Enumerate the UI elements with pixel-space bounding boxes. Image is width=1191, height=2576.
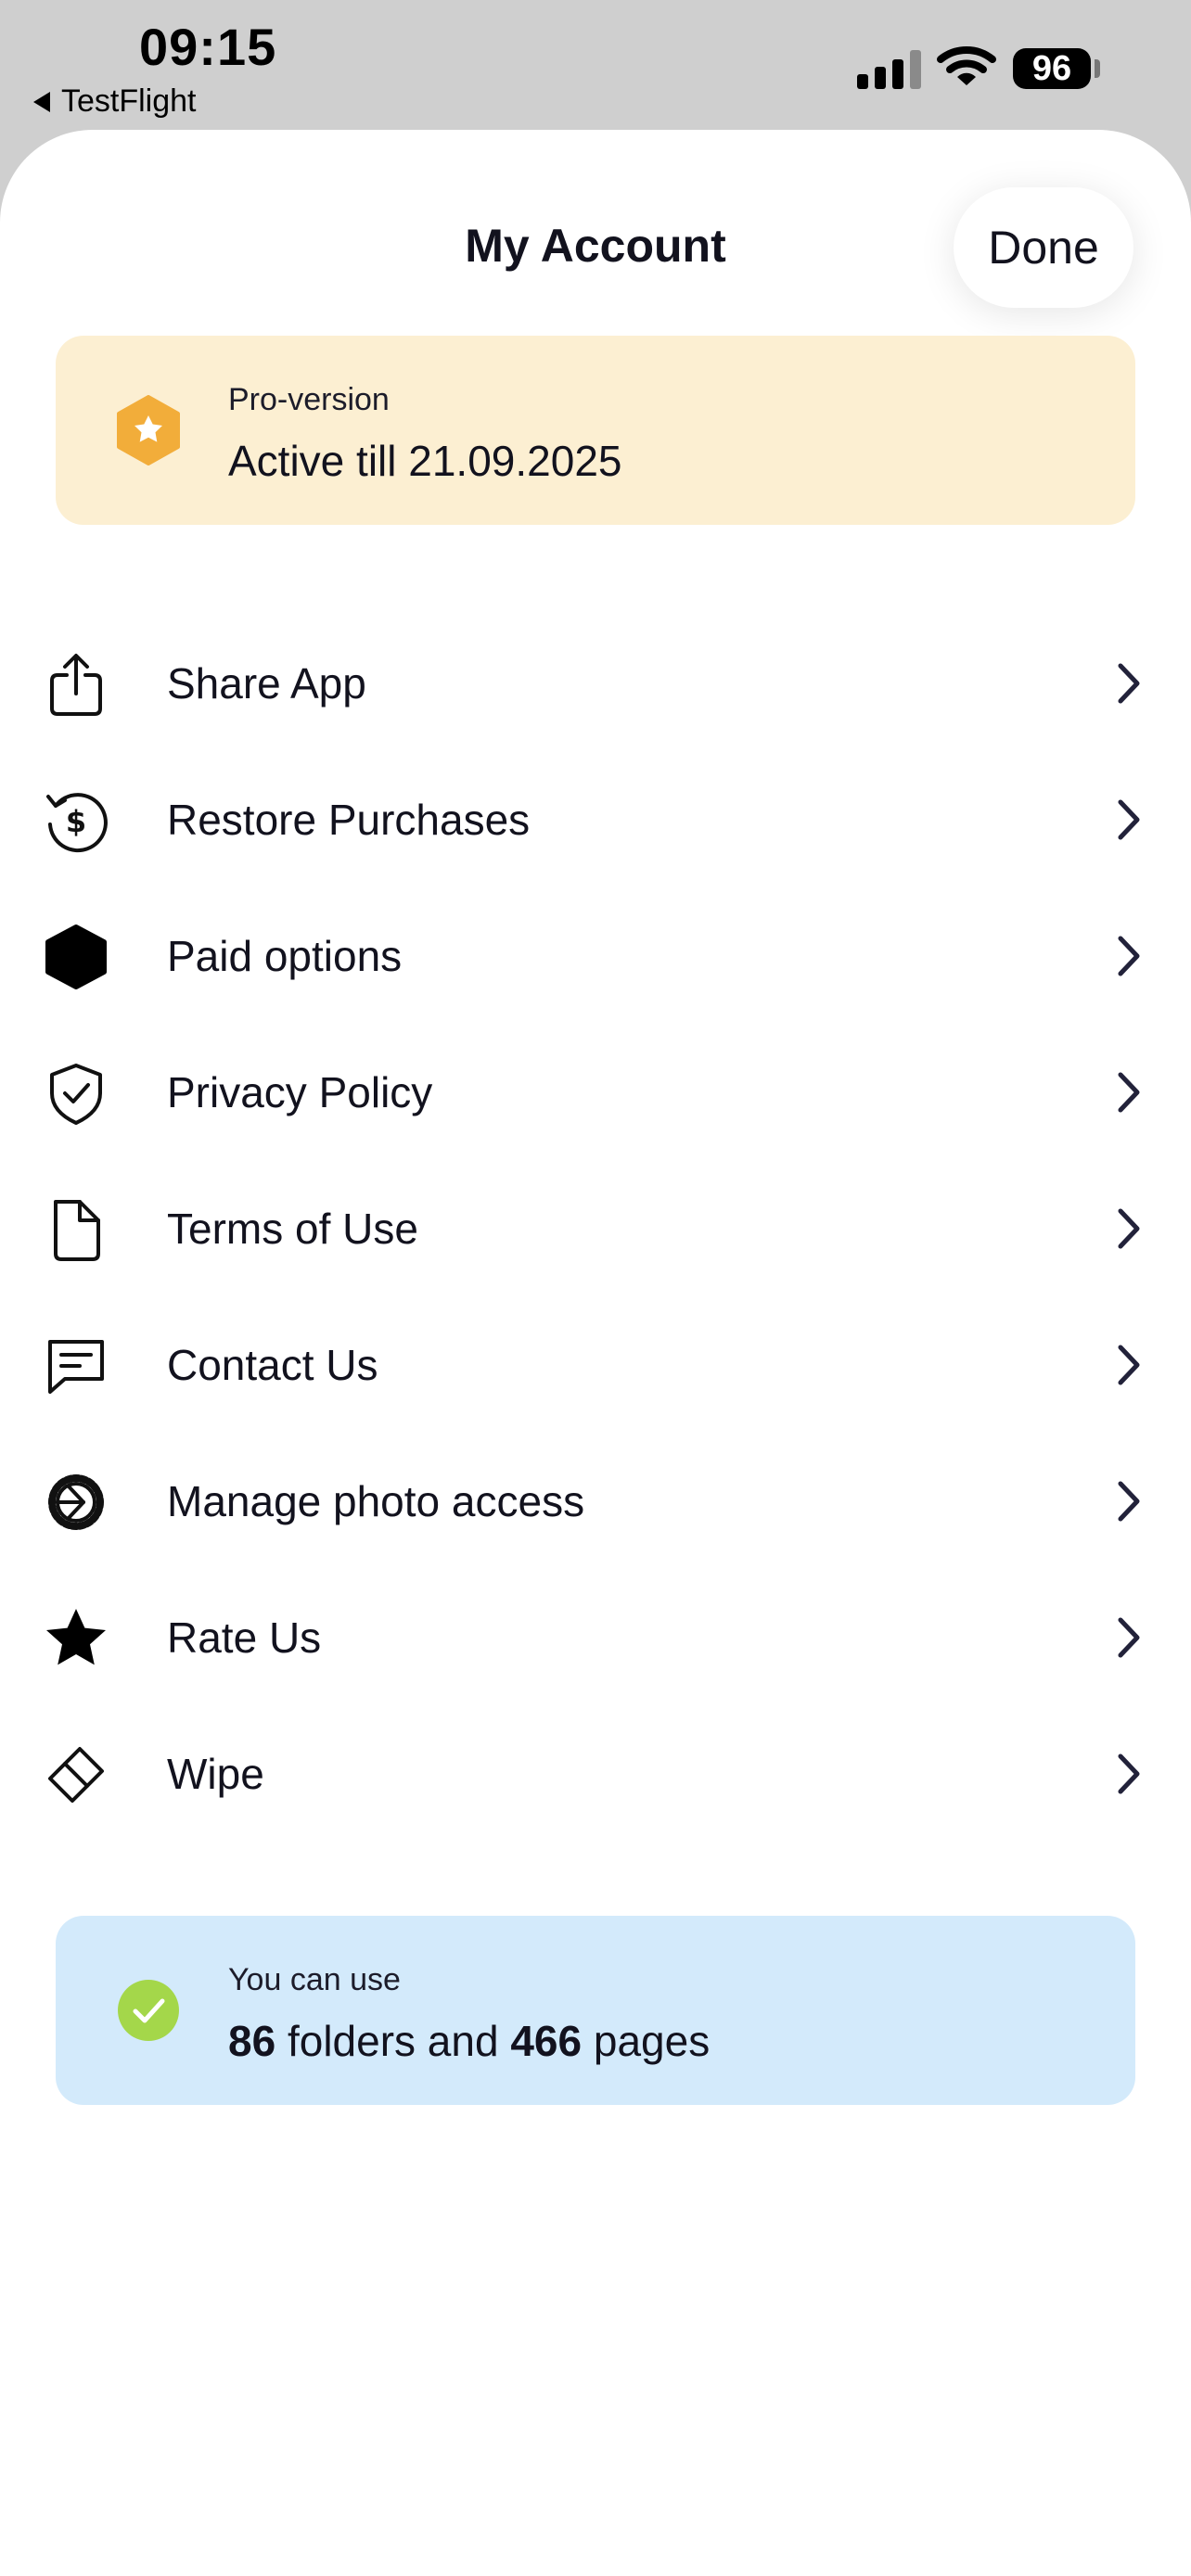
menu-item-contact-us[interactable]: Contact Us: [0, 1295, 1191, 1432]
eraser-icon: [48, 1747, 104, 1803]
folders-text: folders and: [275, 2017, 511, 2065]
chevron-right-icon: [1118, 936, 1140, 976]
pro-expiry: Active till 21.09.2025: [228, 437, 622, 485]
pages-count: 466: [510, 2017, 583, 2065]
menu-item-rate-us[interactable]: Rate Us: [0, 1568, 1191, 1704]
menu-item-label: Share App: [167, 659, 366, 708]
chevron-right-icon: [1118, 799, 1140, 840]
svg-text:$: $: [66, 804, 86, 839]
back-triangle-icon: [33, 91, 50, 112]
chevron-right-icon: [1118, 1481, 1140, 1522]
chevron-right-icon: [1118, 1617, 1140, 1658]
menu-item-label: Restore Purchases: [167, 796, 531, 844]
menu-item-restore-purchases[interactable]: $ Restore Purchases: [0, 750, 1191, 886]
menu-item-share-app[interactable]: Share App: [0, 614, 1191, 750]
back-to-app-link[interactable]: TestFlight: [33, 83, 197, 120]
menu-item-label: Manage photo access: [167, 1477, 585, 1525]
chevron-right-icon: [1118, 1753, 1140, 1794]
menu-item-terms-of-use[interactable]: Terms of Use: [0, 1159, 1191, 1295]
chevron-right-icon: [1118, 1208, 1140, 1249]
pro-version-card: Pro-version Active till 21.09.2025: [56, 336, 1135, 525]
status-time: 09:15: [139, 18, 277, 76]
star-icon: [46, 1609, 106, 1665]
menu-item-wipe[interactable]: Wipe: [0, 1704, 1191, 1841]
document-icon: [54, 1200, 100, 1261]
restore-dollar-icon: $: [46, 793, 108, 853]
menu-item-privacy-policy[interactable]: Privacy Policy: [0, 1023, 1191, 1159]
message-icon: [48, 1340, 104, 1394]
menu-item-label: Wipe: [167, 1750, 264, 1798]
menu-item-label: Contact Us: [167, 1341, 378, 1389]
battery-icon: 96: [1013, 48, 1091, 89]
shutter-icon: [48, 1474, 104, 1530]
menu-item-manage-photo-access[interactable]: Manage photo access: [0, 1432, 1191, 1568]
account-sheet: My Account Done Pro-version Active till …: [0, 130, 1191, 2576]
cellular-signal-icon: [857, 48, 921, 89]
menu-item-label: Privacy Policy: [167, 1068, 433, 1116]
usage-summary: 86 folders and 466 pages: [228, 2016, 710, 2066]
shield-check-icon: [50, 1064, 102, 1125]
done-button[interactable]: Done: [954, 187, 1133, 308]
folders-count: 86: [228, 2017, 276, 2065]
back-app-label: TestFlight: [61, 83, 197, 119]
hexagon-icon: [45, 925, 107, 989]
wifi-icon: [937, 46, 996, 85]
menu-item-label: Terms of Use: [167, 1205, 418, 1253]
chevron-right-icon: [1118, 663, 1140, 704]
menu-item-label: Paid options: [167, 932, 403, 980]
chevron-right-icon: [1118, 1345, 1140, 1385]
battery-nub: [1095, 59, 1100, 78]
menu-item-paid-options[interactable]: Paid options: [0, 886, 1191, 1023]
status-bar: 09:15 TestFlight 96: [0, 0, 1191, 130]
check-circle-icon: [118, 1980, 179, 2041]
pages-text: pages: [582, 2017, 711, 2065]
usage-label: You can use: [228, 1962, 401, 1997]
usage-info-card: You can use 86 folders and 466 pages: [56, 1916, 1135, 2105]
pro-label: Pro-version: [228, 382, 390, 417]
share-icon: [50, 654, 102, 716]
chevron-right-icon: [1118, 1072, 1140, 1113]
hexagon-star-icon: [117, 395, 180, 465]
menu-item-label: Rate Us: [167, 1613, 322, 1662]
